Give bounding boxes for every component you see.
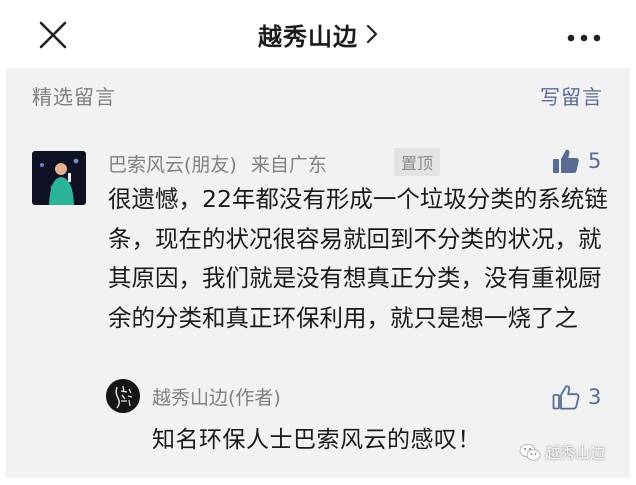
reply-like-count: 3 — [588, 385, 602, 409]
top-navigation-bar: 越秀山边 — [0, 0, 636, 68]
comment-author: 巴索风云(朋友) 来自广东 — [108, 150, 327, 177]
thumbs-up-filled-icon — [553, 149, 579, 173]
avatar[interactable] — [32, 151, 86, 205]
account-title-link[interactable]: 越秀山边 — [0, 0, 636, 68]
comment-location: 来自广东 — [250, 154, 327, 176]
reply-text: 知名环保人士巴索风云的感叹！ — [152, 427, 481, 453]
author-avatar[interactable] — [106, 379, 140, 413]
watermark-text: 越秀山边 — [545, 444, 606, 462]
reply-like-button[interactable]: 3 — [552, 384, 601, 410]
comment-like-button[interactable]: 5 — [552, 148, 601, 174]
wechat-icon — [519, 443, 541, 461]
comment-like-count: 5 — [588, 149, 602, 173]
write-comment-link[interactable]: 写留言 — [540, 81, 603, 110]
comment-author-name[interactable]: 巴索风云(朋友) — [108, 154, 237, 176]
chevron-right-icon — [366, 24, 378, 44]
page-title[interactable]: 越秀山边 — [258, 17, 358, 52]
more-dots-icon[interactable] — [566, 28, 602, 42]
watermark: 越秀山边 — [519, 442, 605, 463]
pinned-badge: 置顶 — [394, 148, 441, 176]
thumbs-up-outline-icon — [552, 385, 580, 410]
comment-text: 很遗憾，22年都没有形成一个垃圾分类的系统链条，现在的状况很容易就回到不分类的状… — [108, 185, 608, 332]
featured-comments-label: 精选留言 — [32, 85, 116, 109]
comments-panel: 精选留言 写留言 巴索风云(朋友) 来自广东 置顶 5 很遗憾，22年都没有形成… — [6, 68, 630, 478]
reply-author[interactable]: 越秀山边(作者) — [152, 383, 281, 410]
